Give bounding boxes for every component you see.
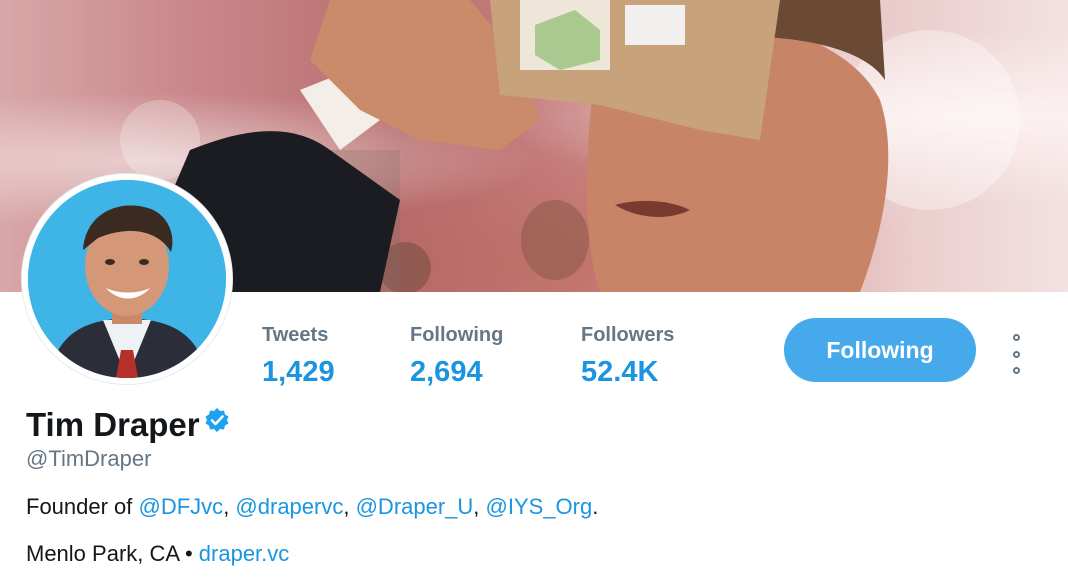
avatar-photo (28, 180, 226, 378)
meta-separator: • (178, 541, 199, 566)
more-vertical-icon[interactable] (1006, 334, 1026, 374)
avatar-portrait (28, 180, 226, 378)
bio-suffix: . (592, 494, 599, 519)
profile-location: Menlo Park, CA (26, 541, 179, 566)
verified-badge-icon (204, 407, 230, 438)
bio-prefix: Founder of (26, 494, 139, 519)
profile-name-row: Tim Draper (26, 404, 230, 446)
profile-website-link[interactable]: draper.vc (199, 541, 290, 566)
bio-separator: , (223, 494, 236, 519)
bio-separator: , (343, 494, 356, 519)
following-label: Following (410, 324, 504, 346)
profile-avatar[interactable] (22, 174, 232, 384)
more-dot (1012, 367, 1020, 374)
more-dot (1012, 334, 1020, 341)
bio-separator: , (473, 494, 486, 519)
profile-meta: Menlo Park, CA • draper.vc (26, 539, 289, 569)
stat-following[interactable]: Following 2,694 (410, 322, 503, 390)
more-dot (1012, 350, 1020, 358)
mention-link[interactable]: @IYS_Org (486, 494, 593, 519)
following-count: 2,694 (410, 356, 483, 388)
tweets-count: 1,429 (262, 356, 335, 388)
following-button[interactable]: Following (784, 318, 976, 382)
profile-name[interactable]: Tim Draper (26, 404, 200, 446)
tweets-label: Tweets (262, 324, 329, 346)
mention-link[interactable]: @DFJvc (139, 494, 224, 519)
profile-handle: @TimDraper (26, 446, 152, 471)
profile-bio: Founder of @DFJvc, @drapervc, @Draper_U,… (26, 492, 598, 522)
mention-link[interactable]: @Draper_U (356, 494, 474, 519)
followers-count: 52.4K (581, 356, 659, 388)
followers-label: Followers (581, 324, 675, 346)
stat-followers[interactable]: Followers 52.4K (581, 322, 674, 390)
profile-page: Tweets 1,429 Following 2,694 Followers 5… (0, 0, 1068, 587)
stat-tweets[interactable]: Tweets 1,429 (262, 322, 335, 390)
mention-link[interactable]: @drapervc (235, 494, 343, 519)
